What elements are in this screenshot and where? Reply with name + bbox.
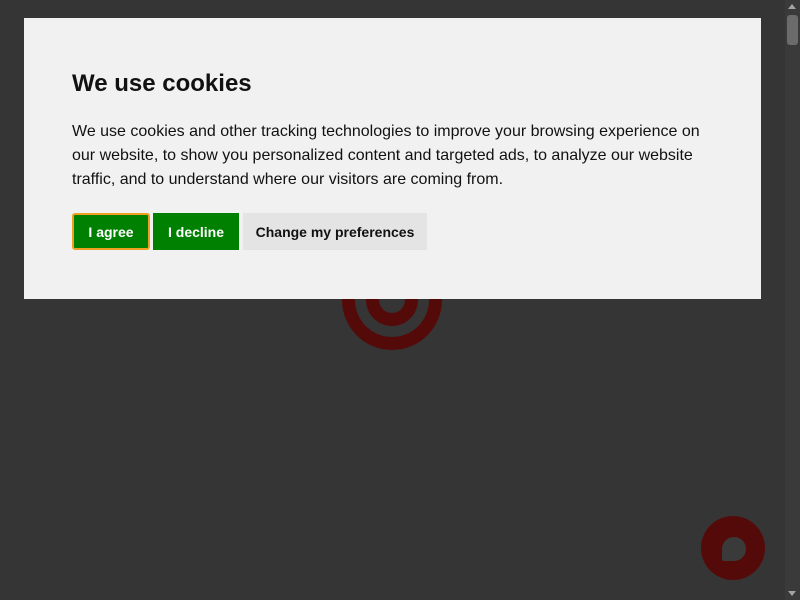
scroll-down-arrow-icon[interactable] <box>788 591 796 596</box>
vertical-scrollbar[interactable] <box>785 0 800 600</box>
cookie-button-row: I agree I decline Change my preferences <box>72 213 713 250</box>
scrollbar-thumb[interactable] <box>787 15 798 45</box>
change-preferences-button[interactable]: Change my preferences <box>243 213 427 250</box>
decline-button[interactable]: I decline <box>153 213 239 250</box>
agree-button[interactable]: I agree <box>72 213 150 250</box>
cookie-dialog-body: We use cookies and other tracking techno… <box>72 123 700 188</box>
scroll-up-arrow-icon[interactable] <box>788 4 796 9</box>
cookie-consent-dialog: We use cookies We use cookies and other … <box>24 18 761 299</box>
chat-bubble-icon <box>722 537 746 561</box>
chat-launcher-button[interactable] <box>701 516 765 580</box>
page-viewport: We use cookies We use cookies and other … <box>0 0 800 600</box>
cookie-dialog-title: We use cookies <box>72 70 252 97</box>
